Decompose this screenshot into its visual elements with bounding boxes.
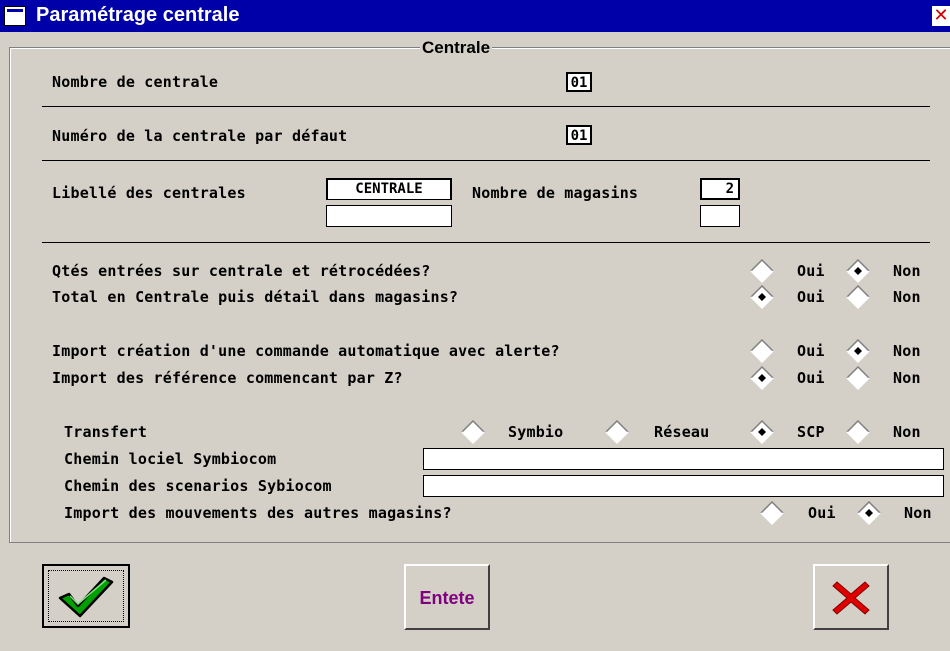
qtes-oui-radio[interactable]: [750, 259, 774, 283]
qtes-non-radio[interactable]: [846, 259, 870, 283]
transfert-non-label: Non: [893, 423, 921, 441]
import-commande-non-label: Non: [893, 342, 921, 360]
cancel-button[interactable]: [813, 564, 889, 630]
import-z-non-radio[interactable]: [846, 366, 870, 390]
import-z-label: Import des référence commencant par Z?: [52, 369, 403, 387]
entete-button[interactable]: Entete: [404, 564, 490, 630]
nombre-centrale-label: Nombre de centrale: [52, 73, 219, 91]
dialog-window: Paramétrage centrale ✕ Centrale Nombre d…: [0, 0, 950, 651]
numero-defaut-label: Numéro de la centrale par défaut: [52, 127, 348, 145]
separator: [42, 106, 930, 107]
qtes-oui-label: Oui: [797, 262, 825, 280]
import-mouvements-non-radio[interactable]: [857, 501, 881, 525]
libelle-label: Libellé des centrales: [52, 184, 246, 202]
chemin-logiciel-label: Chemin lociel Symbiocom: [64, 450, 277, 468]
close-icon: [832, 581, 870, 615]
import-mouvements-oui-radio[interactable]: [760, 501, 784, 525]
import-z-oui-radio[interactable]: [750, 366, 774, 390]
transfert-label: Transfert: [64, 423, 148, 441]
qtes-non-label: Non: [893, 262, 921, 280]
transfert-scp-label: SCP: [797, 423, 825, 441]
transfert-non-radio[interactable]: [846, 420, 870, 444]
libelle-field-2[interactable]: [326, 205, 452, 227]
checkmark-icon: [58, 576, 114, 618]
transfert-reseau-label: Réseau: [654, 423, 710, 441]
import-commande-label: Import création d'une commande automatiq…: [52, 342, 560, 360]
transfert-scp-radio[interactable]: [750, 420, 774, 444]
import-mouvements-oui-label: Oui: [808, 504, 836, 522]
total-non-label: Non: [893, 288, 921, 306]
chemin-scenarios-label: Chemin des scenarios Sybiocom: [64, 477, 332, 495]
chemin-scenarios-field[interactable]: [423, 475, 944, 497]
qtes-label: Qtés entrées sur centrale et rétrocédées…: [52, 262, 431, 280]
nombre-centrale-field[interactable]: 01: [566, 72, 592, 92]
transfert-symbio-radio[interactable]: [461, 420, 485, 444]
total-non-radio[interactable]: [846, 285, 870, 309]
nombre-magasins-field-1[interactable]: 2: [700, 178, 740, 200]
groupbox-title: Centrale: [420, 38, 493, 58]
separator: [42, 160, 930, 161]
import-commande-non-radio[interactable]: [846, 339, 870, 363]
window-title: Paramétrage centrale: [36, 4, 240, 26]
nombre-magasins-field-2[interactable]: [700, 205, 740, 227]
total-oui-label: Oui: [797, 288, 825, 306]
entete-button-label: Entete: [419, 588, 475, 608]
numero-defaut-field[interactable]: 01: [566, 125, 592, 145]
chemin-logiciel-field[interactable]: [423, 448, 944, 470]
total-oui-radio[interactable]: [750, 285, 774, 309]
import-commande-oui-label: Oui: [797, 342, 825, 360]
import-commande-oui-radio[interactable]: [750, 339, 774, 363]
import-mouvements-non-label: Non: [904, 504, 932, 522]
window-menu-icon[interactable]: [4, 6, 26, 26]
ok-button[interactable]: [42, 564, 130, 628]
title-bar: Paramétrage centrale ✕: [0, 0, 950, 32]
import-z-non-label: Non: [893, 369, 921, 387]
total-label: Total en Centrale puis détail dans magas…: [52, 288, 459, 306]
transfert-symbio-label: Symbio: [508, 423, 564, 441]
separator: [42, 242, 930, 243]
nombre-magasins-label: Nombre de magasins: [472, 184, 639, 202]
close-icon[interactable]: ✕: [932, 6, 950, 26]
import-z-oui-label: Oui: [797, 369, 825, 387]
libelle-field-1[interactable]: CENTRALE: [326, 178, 452, 200]
transfert-reseau-radio[interactable]: [605, 420, 629, 444]
import-mouvements-label: Import des mouvements des autres magasin…: [64, 504, 452, 522]
